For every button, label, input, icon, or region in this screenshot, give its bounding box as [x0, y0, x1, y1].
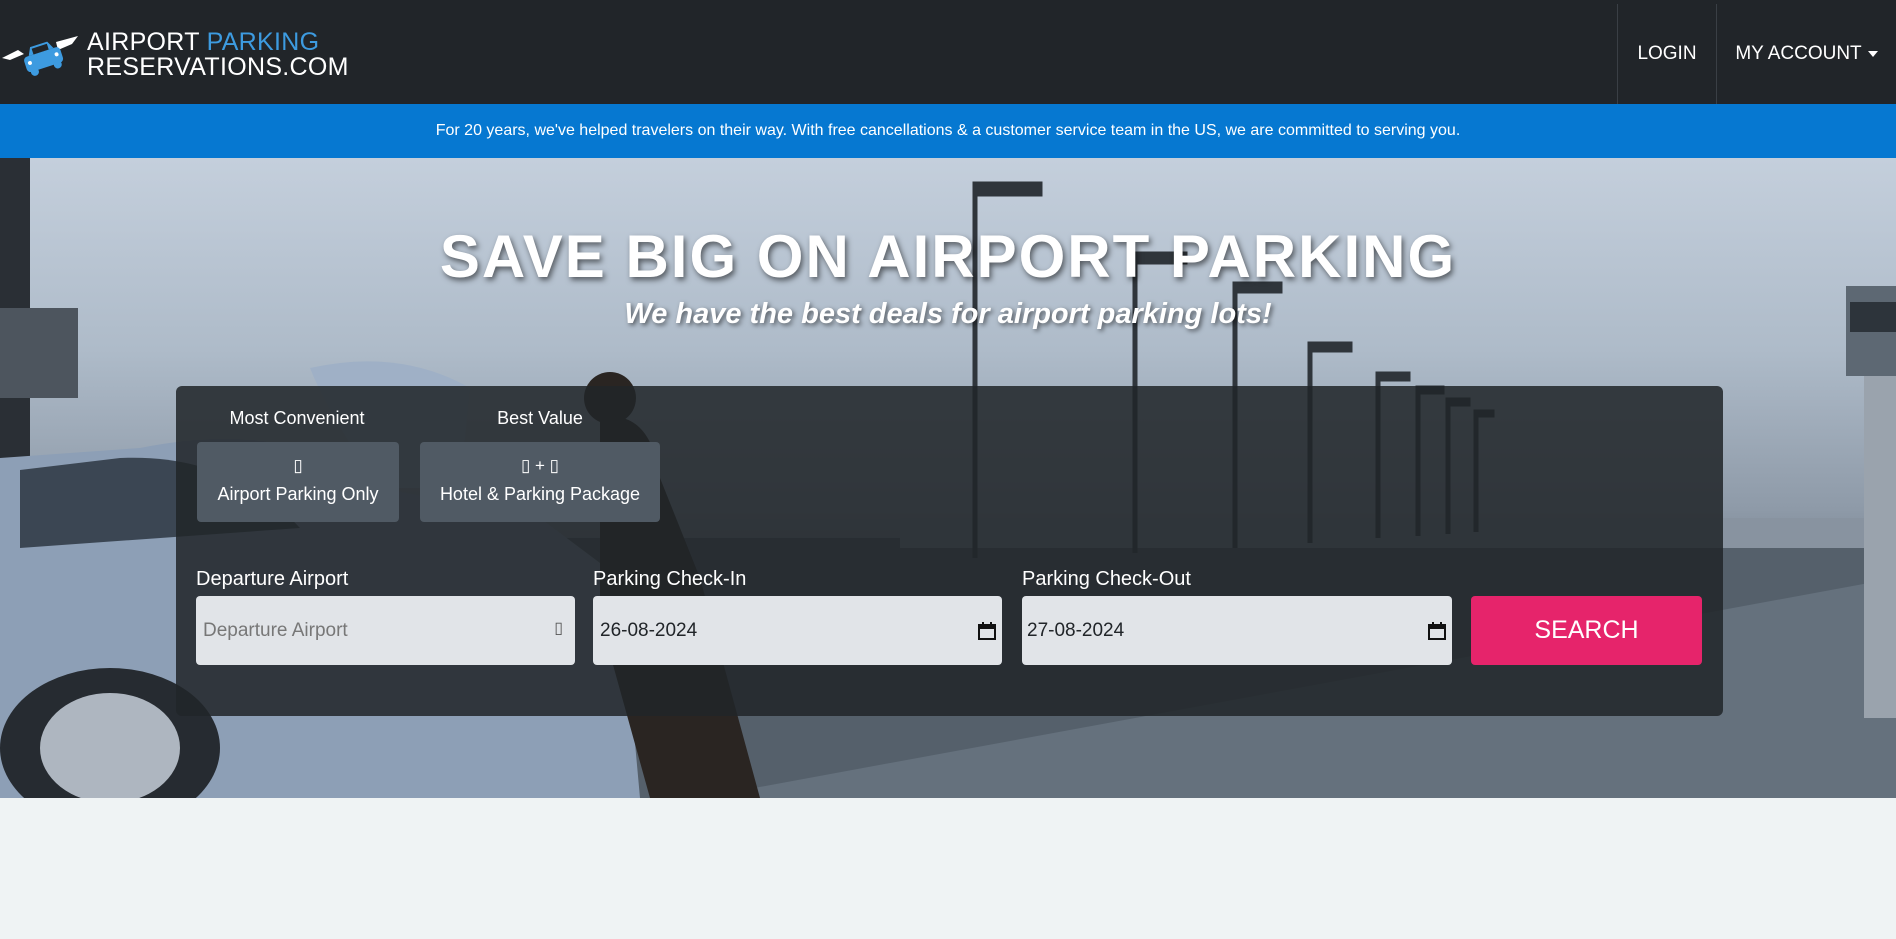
airport-parking-only-option[interactable]: ▯ Airport Parking Only: [197, 442, 399, 522]
info-banner-text: For 20 years, we've helped travelers on …: [435, 122, 1461, 139]
login-label: LOGIN: [1637, 43, 1697, 64]
departure-airport-field[interactable]: ▯: [196, 596, 575, 665]
search-button-label: SEARCH: [1534, 616, 1639, 644]
check-out-date-field[interactable]: 27-08-2024: [1022, 596, 1452, 665]
my-account-label: MY ACCOUNT: [1735, 43, 1862, 64]
option-label: Airport Parking Only: [217, 484, 379, 504]
hero-title: SAVE BIG ON AIRPORT PARKING: [439, 223, 1457, 290]
hotel-parking-package-option[interactable]: ▯ + ▯ Hotel & Parking Package: [420, 442, 660, 522]
logo-word-reservations: RESERVATIONS.COM: [87, 53, 349, 81]
hotel-car-icon: ▯ + ▯: [520, 456, 560, 475]
info-banner: For 20 years, we've helped travelers on …: [0, 104, 1896, 158]
chevron-down-icon: [1867, 51, 1878, 57]
hero-subtitle: We have the best deals for airport parki…: [624, 298, 1272, 330]
departure-airport-label: Departure Airport: [196, 568, 349, 590]
hero-section: SAVE BIG ON AIRPORT PARKING We have the …: [0, 158, 1896, 798]
check-out-label: Parking Check-Out: [1022, 568, 1191, 590]
option-tag-best-value: Best Value: [497, 408, 583, 428]
login-link[interactable]: LOGIN: [1617, 4, 1716, 104]
calendar-icon[interactable]: [978, 622, 996, 640]
calendar-icon[interactable]: [1428, 622, 1446, 640]
check-in-label: Parking Check-In: [593, 568, 747, 590]
location-icon: ▯: [554, 620, 563, 637]
option-label: Hotel & Parking Package: [439, 484, 641, 504]
logo-text: AIRPORT PARKING RESERVATIONS.COM: [87, 30, 349, 80]
car-icon: ▯: [293, 456, 303, 475]
site-logo[interactable]: AIRPORT PARKING RESERVATIONS.COM: [0, 28, 348, 80]
search-button[interactable]: SEARCH: [1471, 596, 1702, 665]
check-in-date-value: 26-08-2024: [600, 619, 698, 641]
search-panel: Most Convenient Best Value ▯ Airport Par…: [176, 386, 1723, 716]
logo-word-parking: PARKING: [206, 28, 320, 56]
car-icon: [2, 36, 78, 76]
site-header: AIRPORT PARKING RESERVATIONS.COM LOGIN M…: [0, 0, 1896, 104]
logo-word-airport: AIRPORT: [87, 28, 200, 56]
departure-airport-input[interactable]: [196, 619, 575, 642]
option-tag-most-convenient: Most Convenient: [229, 408, 365, 428]
my-account-dropdown[interactable]: MY ACCOUNT: [1716, 4, 1896, 104]
check-out-date-value: 27-08-2024: [1027, 619, 1125, 641]
check-in-date-field[interactable]: 26-08-2024: [593, 596, 1002, 665]
